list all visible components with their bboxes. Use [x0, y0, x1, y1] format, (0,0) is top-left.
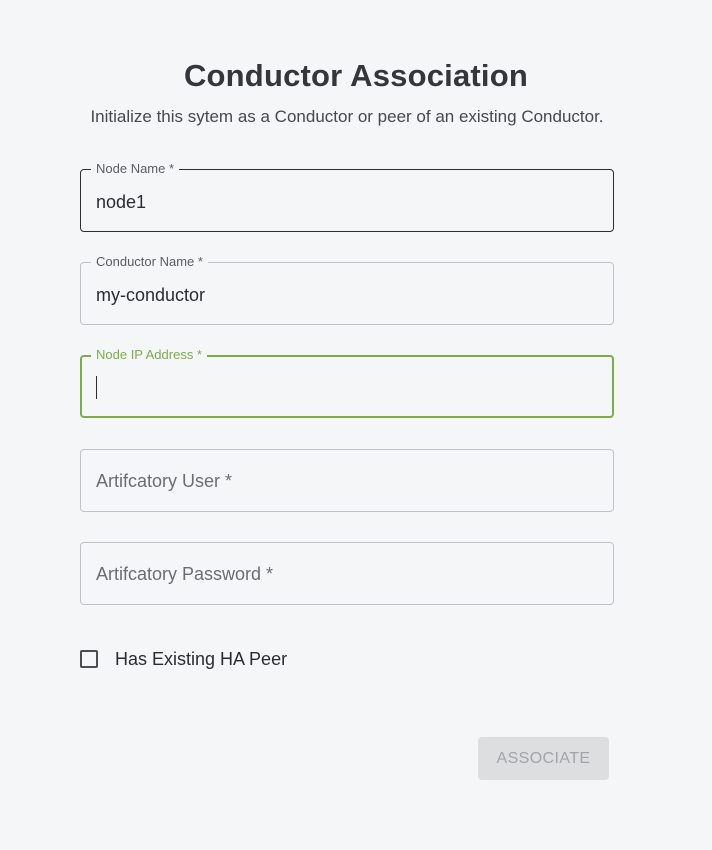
ha-peer-label: Has Existing HA Peer	[115, 648, 288, 669]
conductor-association-page: Conductor Association Initialize this sy…	[0, 0, 712, 850]
associate-button[interactable]: ASSOCIATE	[478, 737, 609, 780]
conductor-name-field[interactable]: Conductor Name * my-conductor	[80, 254, 614, 325]
artifactory-password-field[interactable]: Artifcatory Password *	[80, 542, 614, 605]
conductor-name-value: my-conductor	[96, 285, 206, 305]
node-name-label: Node Name *	[91, 161, 180, 177]
node-ip-address-label: Node IP Address *	[91, 347, 207, 363]
artifactory-user-field[interactable]: Artifcatory User *	[80, 449, 614, 512]
page-subtitle: Initialize this sytem as a Conductor or …	[90, 107, 604, 126]
ha-peer-checkbox[interactable]	[80, 650, 98, 668]
node-name-field[interactable]: Node Name * node1	[80, 161, 614, 232]
node-name-value: node1	[96, 192, 147, 212]
artifactory-password-label: Artifcatory Password *	[96, 564, 274, 584]
ha-peer-option[interactable]: Has Existing HA Peer	[80, 648, 287, 670]
text-cursor	[96, 376, 97, 399]
node-ip-address-field[interactable]: Node IP Address *	[80, 347, 614, 418]
page-title: Conductor Association	[183, 58, 529, 93]
conductor-name-label: Conductor Name *	[91, 254, 208, 270]
artifactory-user-label: Artifcatory User *	[96, 471, 233, 491]
